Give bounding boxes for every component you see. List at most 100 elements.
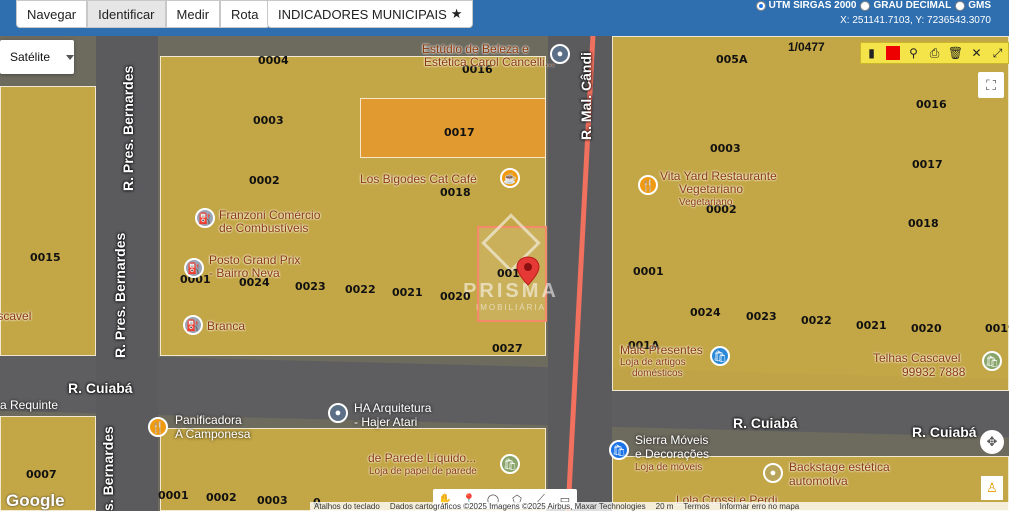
- map-attribution: Dados cartográficos ©2025 Imagens ©2025 …: [389, 502, 646, 511]
- search-icon[interactable]: ⚲: [903, 43, 924, 63]
- bakery-icon[interactable]: 🍴: [148, 417, 168, 437]
- signal-icon[interactable]: ▮: [861, 43, 882, 63]
- poi-cavel[interactable]: Cascavel: [0, 310, 31, 323]
- grau-decimal-label: GRAU DECIMAL: [873, 0, 952, 11]
- restaurant-icon[interactable]: 🍴: [638, 175, 658, 195]
- watermark-sub: IMOBILIÁRIA: [475, 303, 546, 312]
- radio-icon[interactable]: [955, 0, 966, 11]
- fullscreen-icon[interactable]: ⛶: [978, 72, 1004, 98]
- street-label-pres-bernardes: R. Pres. Bernardes: [112, 232, 128, 358]
- lot-label: 0007: [26, 468, 57, 481]
- lot-label: 0022: [345, 283, 376, 296]
- shopping-icon[interactable]: 🛍: [982, 351, 1002, 371]
- lot-label: 0017: [912, 158, 943, 171]
- poi-backstage[interactable]: Backstage estética: [789, 461, 890, 474]
- poi-papel: Loja de papel de parede: [369, 466, 477, 477]
- poi-vegetariano[interactable]: Vegetariano: [679, 183, 743, 196]
- report-error-link[interactable]: Informar erro no mapa: [720, 502, 800, 511]
- cafe-icon[interactable]: ☕: [500, 168, 520, 188]
- map-pin-icon[interactable]: [516, 256, 540, 286]
- google-logo: Google: [6, 491, 65, 510]
- poi-requinte[interactable]: a Requinte: [0, 399, 58, 412]
- close-icon[interactable]: ✕: [966, 43, 987, 63]
- shopping-icon[interactable]: 🛍: [609, 440, 629, 460]
- lot-label: 0020: [440, 290, 471, 303]
- star-icon: ★: [450, 6, 463, 21]
- scale-label[interactable]: 20 m: [656, 502, 674, 511]
- radio-icon[interactable]: [860, 0, 871, 11]
- street-label-pres-bernardes: s. Bernardes: [100, 426, 116, 511]
- poi-decoracoes[interactable]: e Decorações: [635, 448, 709, 461]
- poi-panificadora[interactable]: Panificadora: [175, 414, 242, 427]
- location-icon[interactable]: ●: [763, 463, 783, 483]
- indicadores-municipais-button[interactable]: INDICADORES MUNICIPAIS ★: [267, 0, 474, 28]
- street-label-cuiaba: R. Cuiabá: [912, 424, 977, 440]
- lot-label: 0027: [492, 342, 523, 355]
- map-canvas[interactable]: PRISMA IMOBILIÁRIA 0004 0016 005A 0003 0…: [0, 36, 1009, 511]
- poi-moveis: Loja de móveis: [635, 462, 703, 473]
- street-label-cuiaba: R. Cuiabá: [733, 415, 798, 431]
- street-label-mal-candido: R. Mal. Cândi: [578, 52, 594, 140]
- print-icon[interactable]: ⎙: [924, 43, 945, 63]
- poi-estetica[interactable]: Estética Carol Cancelli...: [424, 56, 555, 69]
- lot-label: 0023: [295, 280, 326, 293]
- grau-decimal-option[interactable]: GRAU DECIMAL: [860, 0, 951, 11]
- trash-icon[interactable]: 🗑: [945, 43, 966, 63]
- lot-label: 0001: [158, 489, 189, 502]
- map-type-select[interactable]: Satélite: [0, 40, 75, 74]
- lot-id: 1/0477: [788, 40, 825, 54]
- location-icon[interactable]: ●: [328, 403, 348, 423]
- poi-bairro[interactable]: - Bairro Neva: [209, 267, 280, 280]
- poi-hajer[interactable]: - Hajer Atari: [354, 416, 417, 429]
- gas-station-icon[interactable]: ⛽: [183, 315, 203, 335]
- poi-de-parede[interactable]: de Parede Líquido...: [368, 452, 476, 465]
- watermark-name: PRISMA: [463, 280, 559, 302]
- radio-icon[interactable]: [755, 0, 766, 11]
- indicadores-label: INDICADORES MUNICIPAIS: [278, 6, 447, 22]
- gas-station-icon[interactable]: ⛽: [195, 208, 215, 228]
- poi-camponesa[interactable]: A Camponesa: [175, 428, 250, 441]
- identificar-button[interactable]: Identificar: [87, 0, 166, 28]
- lot-label: 0003: [710, 142, 741, 155]
- poi-automotiva[interactable]: automotiva: [789, 475, 848, 488]
- poi-branca[interactable]: Branca: [207, 320, 245, 333]
- poi-telhas[interactable]: Telhas Cascavel: [873, 352, 960, 365]
- expand-icon[interactable]: ⤢: [987, 43, 1008, 63]
- lot-label: 0023: [746, 310, 777, 323]
- poi-telhas-phone[interactable]: 99932 7888: [902, 366, 965, 379]
- lot-label: 0002: [206, 491, 237, 504]
- lot-label: 0003: [253, 114, 284, 127]
- top-bar: Navegar Identificar Medir Rota INDICADOR…: [0, 0, 1009, 36]
- poi-ha-arquitetura[interactable]: HA Arquitetura: [354, 402, 431, 415]
- street-label-cuiaba: R. Cuiabá: [68, 380, 133, 396]
- shopping-icon[interactable]: 🛍: [710, 346, 730, 366]
- gas-station-icon[interactable]: ⛽: [184, 258, 204, 278]
- lot-label: 0021: [392, 286, 423, 299]
- coordinate-system-options: UTM SIRGAS 2000 GRAU DECIMAL GMS: [755, 0, 991, 11]
- gms-option[interactable]: GMS: [955, 0, 991, 11]
- poi-combustiveis[interactable]: de Combustíveis: [219, 222, 308, 235]
- medir-button[interactable]: Medir: [165, 0, 221, 28]
- compass-icon[interactable]: ✥: [980, 430, 1004, 454]
- lot-label: 0015: [30, 251, 61, 264]
- lot-label: 0002: [249, 174, 280, 187]
- color-picker-button[interactable]: [882, 43, 903, 63]
- tool-group: Navegar Identificar Medir Rota: [16, 0, 270, 28]
- lot-label: 0001: [633, 265, 664, 278]
- keyboard-shortcuts-link[interactable]: Atalhos do teclado: [314, 502, 380, 511]
- map-type-label: Satélite: [10, 50, 51, 64]
- poi-bigodes[interactable]: Los Bigodes Cat Café: [360, 173, 477, 186]
- utm-option[interactable]: UTM SIRGAS 2000: [755, 0, 857, 11]
- pegman-icon[interactable]: ♙: [981, 476, 1003, 500]
- navegar-button[interactable]: Navegar: [16, 0, 88, 28]
- utm-label: UTM SIRGAS 2000: [768, 0, 857, 11]
- chevron-down-icon: [66, 54, 75, 60]
- terms-link[interactable]: Termos: [683, 502, 709, 511]
- shopping-icon[interactable]: 🛍: [500, 454, 520, 474]
- parcel[interactable]: [612, 36, 1009, 391]
- lot-label: 005A: [716, 53, 748, 66]
- lot-label: 0016: [916, 98, 947, 111]
- rota-button[interactable]: Rota: [220, 0, 270, 28]
- poi-sierra[interactable]: Sierra Móveis: [635, 434, 708, 447]
- lot-label: 0020: [911, 322, 942, 335]
